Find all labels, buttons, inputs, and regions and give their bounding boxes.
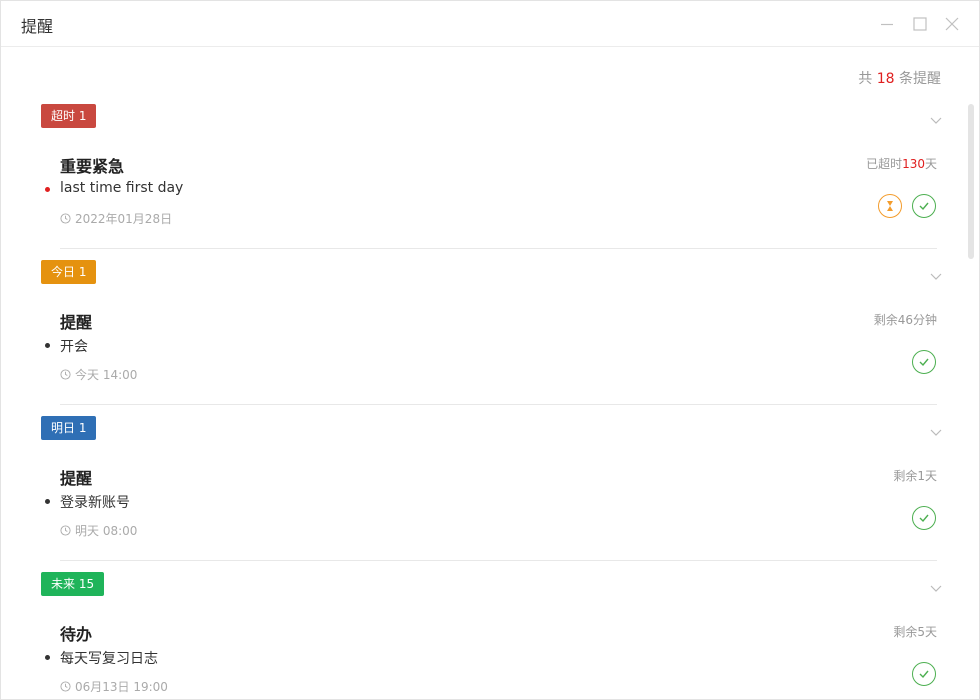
item-remaining: 已超时130天 bbox=[866, 155, 937, 172]
bullet-dot bbox=[45, 655, 50, 660]
total-suffix: 条提醒 bbox=[899, 71, 941, 87]
remaining-prefix: 已超时 bbox=[866, 157, 903, 171]
item-description: 开会 bbox=[60, 339, 88, 355]
item-time: 2022年01月28日 bbox=[60, 210, 172, 227]
reminder-total: 共 18 条提醒 bbox=[858, 68, 941, 88]
window-title: 提醒 bbox=[21, 17, 54, 36]
item-remaining: 剩余46分钟 bbox=[873, 313, 937, 327]
item-title: 提醒 bbox=[60, 469, 93, 488]
overdue-days: 130 bbox=[902, 157, 925, 171]
chevron-down-icon[interactable] bbox=[929, 111, 943, 124]
scrollbar-thumb[interactable] bbox=[968, 104, 974, 259]
check-icon bbox=[919, 202, 929, 211]
item-remaining: 剩余1天 bbox=[893, 469, 937, 483]
remaining-suffix: 天 bbox=[924, 157, 937, 171]
item-time-text: 今天 14:00 bbox=[75, 368, 138, 382]
group-tag-future: 未来 15 bbox=[41, 572, 105, 596]
reminder-window: 提醒 共 18 条提醒 超时 1 重要紧急 已超时130天 last time … bbox=[0, 0, 980, 700]
item-remaining: 剩余5天 bbox=[893, 625, 937, 639]
reminder-item[interactable]: 提醒 剩余46分钟 开会 今天 14:00 bbox=[41, 309, 937, 405]
complete-button[interactable] bbox=[912, 506, 936, 530]
item-description: 每天写复习日志 bbox=[60, 651, 158, 667]
item-divider bbox=[60, 248, 937, 249]
check-icon bbox=[919, 514, 929, 523]
item-time-text: 06月13日 19:00 bbox=[75, 680, 168, 694]
complete-button[interactable] bbox=[912, 350, 936, 374]
item-title: 待办 bbox=[60, 625, 93, 644]
item-description: 登录新账号 bbox=[60, 495, 130, 511]
chevron-down-icon[interactable] bbox=[929, 579, 943, 592]
close-button[interactable] bbox=[942, 14, 962, 34]
chevron-down-icon[interactable] bbox=[929, 267, 943, 280]
group-tag-overdue: 超时 1 bbox=[41, 104, 97, 128]
hourglass-icon bbox=[887, 201, 893, 211]
item-time: 06月13日 19:00 bbox=[60, 678, 168, 695]
reminder-item[interactable]: 重要紧急 已超时130天 last time first day 2022年01… bbox=[41, 153, 937, 249]
maximize-icon bbox=[913, 17, 927, 31]
minimize-button[interactable] bbox=[877, 14, 897, 34]
bullet-dot bbox=[45, 499, 50, 504]
item-divider bbox=[60, 404, 937, 405]
check-icon bbox=[919, 358, 929, 367]
item-title: 提醒 bbox=[60, 313, 93, 332]
close-icon bbox=[945, 17, 959, 31]
clock-icon bbox=[60, 681, 71, 692]
bullet-dot bbox=[45, 187, 50, 192]
item-time: 明天 08:00 bbox=[60, 522, 137, 539]
item-time-text: 明天 08:00 bbox=[75, 524, 138, 538]
total-prefix: 共 bbox=[858, 71, 873, 87]
bullet-dot bbox=[45, 343, 50, 348]
check-icon bbox=[919, 670, 929, 679]
maximize-button[interactable] bbox=[910, 14, 930, 34]
clock-icon bbox=[60, 369, 71, 380]
clock-icon bbox=[60, 213, 71, 224]
item-time-text: 2022年01月28日 bbox=[75, 212, 173, 226]
chevron-down-icon[interactable] bbox=[929, 423, 943, 436]
group-tag-tomorrow: 明日 1 bbox=[41, 416, 97, 440]
item-divider bbox=[60, 560, 937, 561]
item-description: last time first day bbox=[60, 180, 184, 196]
snooze-button[interactable] bbox=[878, 194, 902, 218]
clock-icon bbox=[60, 525, 71, 536]
complete-button[interactable] bbox=[912, 662, 936, 686]
title-bar: 提醒 bbox=[1, 1, 979, 47]
minimize-icon bbox=[881, 23, 893, 26]
item-time: 今天 14:00 bbox=[60, 366, 137, 383]
reminder-item[interactable]: 提醒 剩余1天 登录新账号 明天 08:00 bbox=[41, 465, 937, 561]
item-title: 重要紧急 bbox=[60, 157, 125, 176]
complete-button[interactable] bbox=[912, 194, 936, 218]
total-count: 18 bbox=[876, 71, 895, 87]
group-tag-today: 今日 1 bbox=[41, 260, 97, 284]
reminder-item[interactable]: 待办 剩余5天 每天写复习日志 06月13日 19:00 bbox=[41, 621, 937, 699]
